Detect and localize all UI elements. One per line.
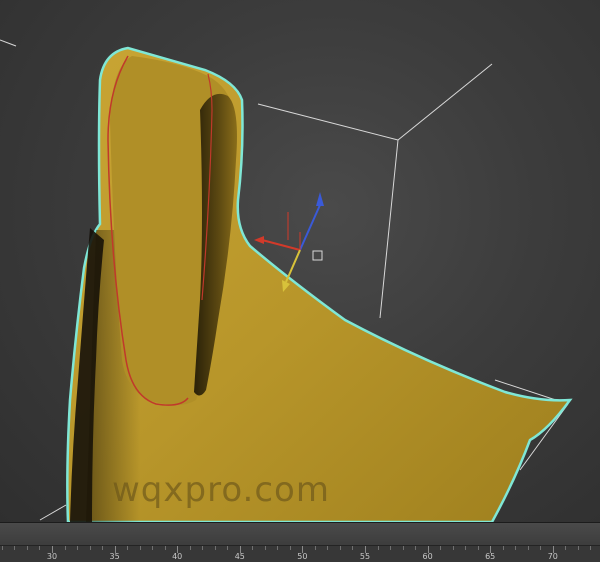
- ruler-minor-tick: [39, 546, 41, 550]
- ruler-frame-label: 55: [359, 552, 371, 561]
- ruler-frame-label: 70: [547, 552, 558, 561]
- ruler-minor-tick: [515, 546, 517, 550]
- ruler-frame-label: 30: [46, 552, 58, 561]
- ruler-minor-tick: [390, 546, 392, 550]
- ruler-frame-label: 35: [109, 552, 120, 561]
- ruler-minor-tick: [339, 546, 341, 550]
- ruler-frame-label: 65: [485, 552, 496, 561]
- ruler-frame-label: 50: [297, 552, 308, 561]
- ruler-minor-tick: [26, 546, 28, 550]
- ruler-minor-tick: [452, 546, 454, 550]
- ruler-frame-label: 45: [234, 552, 245, 561]
- ruler-minor-tick: [352, 546, 354, 550]
- ruler-minor-tick: [415, 546, 417, 550]
- ruler-minor-tick: [314, 546, 316, 550]
- timeline-ruler[interactable]: 30 35 40 45 50 55 60 65 70: [0, 546, 600, 562]
- ruler-minor-tick: [540, 546, 542, 550]
- ruler-minor-tick: [577, 546, 579, 550]
- ruler-minor-tick: [227, 546, 229, 550]
- timeline-track[interactable]: [0, 523, 600, 546]
- ruler-minor-tick: [202, 546, 204, 550]
- ruler-minor-tick: [164, 546, 166, 550]
- ruler-minor-tick: [64, 546, 66, 550]
- ruler-frame-label: 40: [172, 552, 183, 561]
- ruler-minor-tick: [189, 546, 191, 550]
- ruler-minor-tick: [1, 546, 3, 550]
- ruler-minor-tick: [277, 546, 279, 550]
- ruler-minor-tick: [152, 546, 154, 550]
- scene-canvas: [0, 39, 573, 522]
- ruler-minor-tick: [89, 546, 91, 550]
- ruler-minor-tick: [252, 546, 254, 550]
- ruler-minor-tick: [440, 546, 442, 550]
- ruler-minor-tick: [565, 546, 567, 550]
- ruler-minor-tick: [477, 546, 479, 550]
- ruler-minor-tick: [264, 546, 266, 550]
- ruler-minor-tick: [102, 546, 104, 550]
- ruler-minor-tick: [590, 546, 592, 550]
- watermark-text: wqxpro.com: [112, 470, 330, 510]
- ruler-minor-tick: [377, 546, 379, 550]
- ruler-minor-tick: [214, 546, 216, 550]
- ruler-minor-tick: [527, 546, 529, 550]
- ruler-minor-tick: [327, 546, 329, 550]
- ruler-minor-tick: [502, 546, 504, 550]
- 3d-viewport[interactable]: wqxpro.com: [0, 0, 600, 522]
- ruler-minor-tick: [14, 546, 16, 550]
- ruler-minor-tick: [402, 546, 404, 550]
- timeline[interactable]: 30 35 40 45 50 55 60 65 70: [0, 522, 600, 562]
- ruler-minor-tick: [465, 546, 467, 550]
- ruler-minor-tick: [127, 546, 129, 550]
- ruler-minor-tick: [289, 546, 291, 550]
- ruler-frame-label: 60: [422, 552, 433, 561]
- ruler-minor-tick: [139, 546, 141, 550]
- pivot-icon[interactable]: [312, 250, 323, 261]
- ruler-minor-tick: [77, 546, 79, 550]
